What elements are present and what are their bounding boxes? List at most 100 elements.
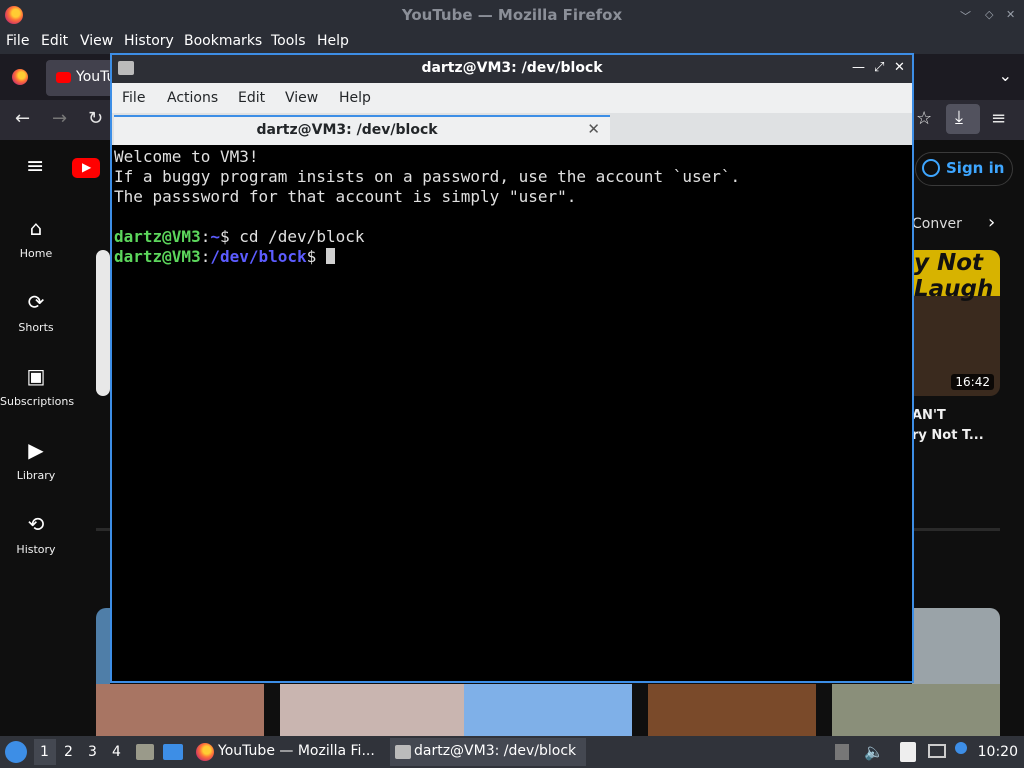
menu-view[interactable]: View (285, 90, 318, 106)
text-cursor (325, 248, 335, 264)
close-tab-icon[interactable]: ✕ (587, 120, 600, 138)
sidebar-label: Library (16, 469, 56, 482)
short-thumbnail[interactable] (280, 684, 464, 736)
youtube-favicon-icon (56, 72, 71, 83)
terminal-icon (395, 745, 411, 759)
prompt-path: /dev/block (210, 247, 307, 266)
close-icon[interactable]: ✕ (894, 60, 905, 75)
short-thumbnail[interactable] (464, 684, 632, 736)
chip-partial[interactable]: Conver (912, 216, 962, 232)
video-thumbnail[interactable] (96, 250, 110, 396)
library-icon: ▶ (28, 438, 44, 462)
prompt-path: ~ (210, 227, 220, 246)
history-icon: ⟲ (27, 512, 45, 536)
prompt-user: dartz@VM3 (114, 227, 201, 246)
menu-bookmarks[interactable]: Bookmarks (184, 33, 262, 49)
command-text: $ cd /dev/block (219, 227, 365, 246)
sidebar-label: Shorts (18, 321, 54, 334)
file-manager-icon[interactable] (136, 744, 154, 760)
youtube-logo[interactable]: ▶ (72, 158, 100, 178)
taskbar-firefox[interactable]: YouTube — Mozilla Fi... (194, 738, 384, 766)
sidebar-item-subscriptions[interactable]: ▣ Subscriptions (0, 364, 75, 409)
desktop-4[interactable]: 4 (112, 744, 121, 760)
guide-menu-icon[interactable]: ≡ (26, 154, 44, 179)
home-icon: ⌂ (29, 216, 43, 240)
terminal-output[interactable]: Welcome to VM3! If a buggy program insis… (114, 147, 910, 681)
volume-icon[interactable]: 🔈 (864, 742, 884, 761)
pinned-tab-firefox-icon[interactable] (12, 69, 28, 85)
terminal-menubar: File Actions Edit View Help (112, 83, 912, 113)
sidebar-item-shorts[interactable]: ⟳ Shorts (0, 290, 72, 335)
terminal-titlebar[interactable]: dartz@VM3: /dev/block — ⤢ ✕ (112, 55, 912, 83)
subscriptions-icon: ▣ (26, 364, 46, 388)
desktop-1[interactable]: 1 (40, 744, 49, 760)
short-thumbnail[interactable] (832, 684, 1000, 736)
terminal-tab[interactable]: dartz@VM3: /dev/block ✕ (114, 115, 610, 145)
show-desktop-icon[interactable] (163, 744, 183, 760)
sidebar-label: Subscriptions (0, 395, 75, 408)
notification-icon[interactable] (955, 742, 967, 754)
account-circle-icon (922, 159, 940, 177)
hamburger-menu-icon[interactable]: ≡ (991, 108, 1006, 129)
network-icon[interactable] (928, 744, 946, 758)
menu-actions[interactable]: Actions (167, 90, 218, 106)
sidebar-item-history[interactable]: ⟲ History (0, 512, 72, 557)
taskbar-terminal-label: dartz@VM3: /dev/block (414, 743, 577, 759)
firefox-menubar: File Edit View History Bookmarks Tools H… (0, 30, 1024, 54)
menu-edit[interactable]: Edit (238, 90, 265, 106)
clock[interactable]: 10:20 (978, 744, 1018, 760)
sidebar-label: Home (19, 247, 53, 260)
bookmark-star-icon[interactable]: ☆ (916, 108, 932, 129)
taskbar-terminal[interactable]: dartz@VM3: /dev/block (390, 738, 586, 766)
video-thumbnail[interactable]: y Not Laugh 16:42 (912, 250, 1000, 396)
thumbnail-overlay-text: y Not Laugh (914, 250, 994, 302)
firefox-icon (196, 743, 214, 761)
sign-in-button[interactable]: Sign in (915, 152, 1013, 186)
list-all-tabs-icon[interactable]: ⌄ (999, 66, 1012, 85)
menu-help[interactable]: Help (317, 33, 349, 49)
terminal-line: Welcome to VM3! (114, 147, 259, 166)
menu-view[interactable]: View (80, 33, 113, 49)
close-icon[interactable]: ✕ (1006, 8, 1015, 21)
terminal-window-title: dartz@VM3: /dev/block (421, 60, 603, 76)
downloads-button[interactable]: ⤓ (946, 104, 980, 134)
tray-updates-icon[interactable] (835, 744, 849, 760)
terminal-tab-title: dartz@VM3: /dev/block (256, 122, 438, 138)
shorts-icon: ⟳ (27, 290, 45, 314)
app-menu-icon[interactable] (5, 741, 27, 763)
desktop-3[interactable]: 3 (88, 744, 97, 760)
sidebar-item-library[interactable]: ▶ Library (0, 438, 72, 483)
menu-history[interactable]: History (124, 33, 174, 49)
menu-help[interactable]: Help (339, 90, 371, 106)
sign-in-label: Sign in (946, 159, 1005, 177)
minimize-icon[interactable]: ﹀ (960, 8, 971, 24)
menu-file[interactable]: File (6, 33, 29, 49)
desktop-2[interactable]: 2 (64, 744, 73, 760)
menu-tools[interactable]: Tools (271, 33, 306, 49)
taskbar: 1 2 3 4 YouTube — Mozilla Fi... dartz@VM… (0, 736, 1024, 768)
duration-badge: 16:42 (951, 374, 994, 390)
download-icon: ⤓ (955, 107, 963, 128)
firefox-titlebar: YouTube — Mozilla Firefox ﹀ ◇ ✕ (0, 0, 1024, 30)
short-thumbnail[interactable] (912, 608, 1000, 684)
menu-edit[interactable]: Edit (41, 33, 68, 49)
maximize-icon[interactable]: ⤢ (874, 60, 884, 75)
sidebar-item-home[interactable]: ⌂ Home (0, 216, 72, 261)
short-thumbnail[interactable] (96, 684, 264, 736)
maximize-icon[interactable]: ◇ (985, 8, 993, 21)
minimize-icon[interactable]: — (852, 60, 865, 75)
forward-icon[interactable]: → (52, 108, 67, 129)
terminal-window[interactable]: dartz@VM3: /dev/block — ⤢ ✕ File Actions… (110, 53, 914, 683)
chevron-right-icon[interactable]: › (988, 212, 995, 233)
video-title[interactable]: AN'T (912, 408, 946, 423)
menu-file[interactable]: File (122, 90, 145, 106)
clipboard-icon[interactable] (900, 742, 916, 762)
terminal-line: The passsword for that account is simply… (114, 187, 577, 206)
command-text: $ (306, 247, 326, 266)
reload-icon[interactable]: ↻ (88, 108, 103, 129)
short-thumbnail[interactable] (648, 684, 816, 736)
sidebar-label: History (16, 543, 56, 556)
terminal-tabbar: dartz@VM3: /dev/block ✕ (112, 113, 912, 145)
video-title[interactable]: ry Not T... (912, 428, 984, 443)
back-icon[interactable]: ← (15, 108, 30, 129)
